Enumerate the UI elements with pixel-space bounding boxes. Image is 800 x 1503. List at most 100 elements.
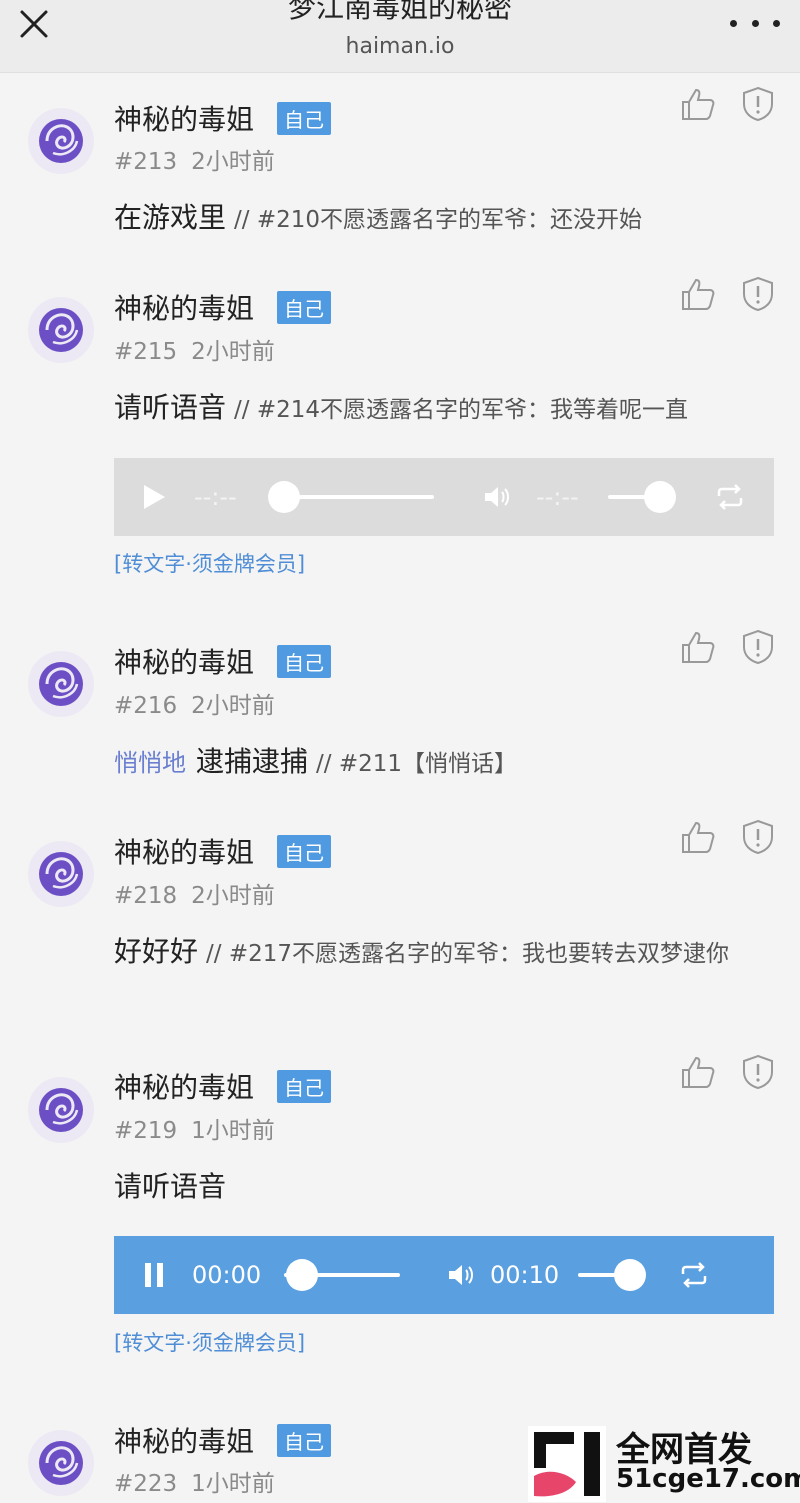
page-title: 梦江南毒姐的秘密 xyxy=(287,0,512,24)
author-name[interactable]: 神秘的毒姐 xyxy=(114,98,254,138)
shield-alert-icon xyxy=(743,819,773,855)
post-quote: // #210不愿透露名字的军爷：还没开始 xyxy=(234,207,642,233)
post-text: 在游戏里 xyxy=(114,201,227,234)
rose-avatar-icon xyxy=(39,1088,83,1132)
volume-icon xyxy=(485,487,509,507)
rose-avatar-icon xyxy=(39,852,83,896)
post-number: #215 xyxy=(114,339,178,365)
more-icon-dot xyxy=(773,19,780,27)
shield-alert-icon xyxy=(743,1054,773,1090)
report-button[interactable] xyxy=(742,819,774,855)
play-button[interactable] xyxy=(136,479,172,515)
watermark: 全网首发 51cge17.com xyxy=(528,1420,800,1503)
report-button[interactable] xyxy=(742,276,774,312)
report-button[interactable] xyxy=(742,86,774,122)
post-meta: #215 2小时前 xyxy=(114,332,275,366)
loop-button[interactable] xyxy=(676,1257,712,1293)
shield-alert-icon xyxy=(743,86,773,122)
self-badge: 自己 xyxy=(277,835,331,868)
volume-knob[interactable] xyxy=(644,481,676,513)
rose-avatar-icon xyxy=(39,1441,83,1485)
transcribe-link[interactable]: [转文字·须金牌会员] xyxy=(114,1327,305,1357)
transcribe-link[interactable]: [转文字·须金牌会员] xyxy=(114,548,305,578)
thumbs-up-icon xyxy=(682,821,715,853)
volume-slider[interactable] xyxy=(578,1259,646,1291)
page-domain: haiman.io xyxy=(345,34,455,59)
self-badge: 自己 xyxy=(277,1070,331,1103)
audio-progress-slider[interactable] xyxy=(284,1259,400,1291)
self-badge: 自己 xyxy=(277,102,331,135)
audio-progress-slider[interactable] xyxy=(268,481,434,513)
like-button[interactable] xyxy=(680,819,716,855)
post-content: 请听语音 // #214不愿透露名字的军爷：我等着呢一直 xyxy=(114,386,774,434)
volume-button[interactable] xyxy=(482,482,512,512)
post-quote: // #211【悄悄话】 xyxy=(316,751,517,777)
rose-avatar-icon xyxy=(39,308,83,352)
post-time: 1小时前 xyxy=(191,1118,275,1144)
avatar[interactable] xyxy=(28,1077,94,1143)
author-name[interactable]: 神秘的毒姐 xyxy=(114,287,254,327)
post-time: 1小时前 xyxy=(191,1471,275,1497)
volume-slider[interactable] xyxy=(608,481,676,513)
avatar[interactable] xyxy=(28,297,94,363)
whisper-tag[interactable]: 悄悄地 xyxy=(114,749,186,777)
thumbs-up-icon xyxy=(682,631,715,663)
post-number: #213 xyxy=(114,149,178,175)
post-number: #216 xyxy=(114,693,178,719)
author-name[interactable]: 神秘的毒姐 xyxy=(114,831,254,871)
post-text: 请听语音 xyxy=(114,391,227,424)
more-button[interactable] xyxy=(730,8,780,38)
post-meta: #223 1小时前 xyxy=(114,1464,275,1498)
audio-current-time: --:-- xyxy=(194,483,237,511)
loop-button[interactable] xyxy=(712,479,748,515)
post-time: 2小时前 xyxy=(191,693,275,719)
post-quote: // #214不愿透露名字的军爷：我等着呢一直 xyxy=(234,397,688,423)
post-text: 逮捕逮捕 xyxy=(196,745,309,778)
like-button[interactable] xyxy=(680,86,716,122)
volume-button[interactable] xyxy=(446,1260,476,1290)
avatar[interactable] xyxy=(28,108,94,174)
author-name[interactable]: 神秘的毒姐 xyxy=(114,1420,254,1460)
volume-icon xyxy=(449,1265,473,1285)
audio-progress-knob[interactable] xyxy=(286,1259,318,1291)
post-text: 请听语音 xyxy=(114,1170,227,1203)
loop-icon xyxy=(681,1262,707,1288)
audio-player: --:-- --:-- xyxy=(114,458,774,536)
shield-alert-icon xyxy=(743,276,773,312)
audio-player: 00:00 00:10 xyxy=(114,1236,774,1314)
like-button[interactable] xyxy=(680,629,716,665)
pause-button[interactable] xyxy=(136,1257,172,1293)
post-content: 悄悄地 逮捕逮捕 // #211【悄悄话】 xyxy=(114,740,774,788)
thumbs-up-icon xyxy=(682,278,715,310)
avatar[interactable] xyxy=(28,651,94,717)
rose-avatar-icon xyxy=(39,119,83,163)
audio-duration: 00:10 xyxy=(490,1261,560,1289)
author-name[interactable]: 神秘的毒姐 xyxy=(114,1066,254,1106)
post-quote: // #217不愿透露名字的军爷：我也要转去双梦逮你 xyxy=(206,941,729,967)
post-meta: #213 2小时前 xyxy=(114,142,275,176)
thumbs-up-icon xyxy=(682,88,715,120)
audio-progress-knob[interactable] xyxy=(268,481,300,513)
author-name[interactable]: 神秘的毒姐 xyxy=(114,641,254,681)
like-button[interactable] xyxy=(680,1054,716,1090)
more-icon xyxy=(730,19,737,27)
volume-knob[interactable] xyxy=(614,1259,646,1291)
audio-current-time: 00:00 xyxy=(192,1261,262,1289)
post-content: 在游戏里 // #210不愿透露名字的军爷：还没开始 xyxy=(114,196,774,244)
avatar[interactable] xyxy=(28,841,94,907)
like-button[interactable] xyxy=(680,276,716,312)
post-number: #219 xyxy=(114,1118,178,1144)
post-meta: #216 2小时前 xyxy=(114,686,275,720)
watermark-logo xyxy=(528,1426,606,1502)
avatar[interactable] xyxy=(28,1430,94,1496)
post-time: 2小时前 xyxy=(191,149,275,175)
watermark-site: 51cge17.com xyxy=(616,1464,800,1494)
report-button[interactable] xyxy=(742,1054,774,1090)
post-number: #223 xyxy=(114,1471,178,1497)
post-time: 2小时前 xyxy=(191,883,275,909)
more-icon-dot xyxy=(751,19,759,27)
loop-icon xyxy=(717,484,743,510)
post-meta: #219 1小时前 xyxy=(114,1111,275,1145)
report-button[interactable] xyxy=(742,629,774,665)
self-badge: 自己 xyxy=(277,645,331,678)
